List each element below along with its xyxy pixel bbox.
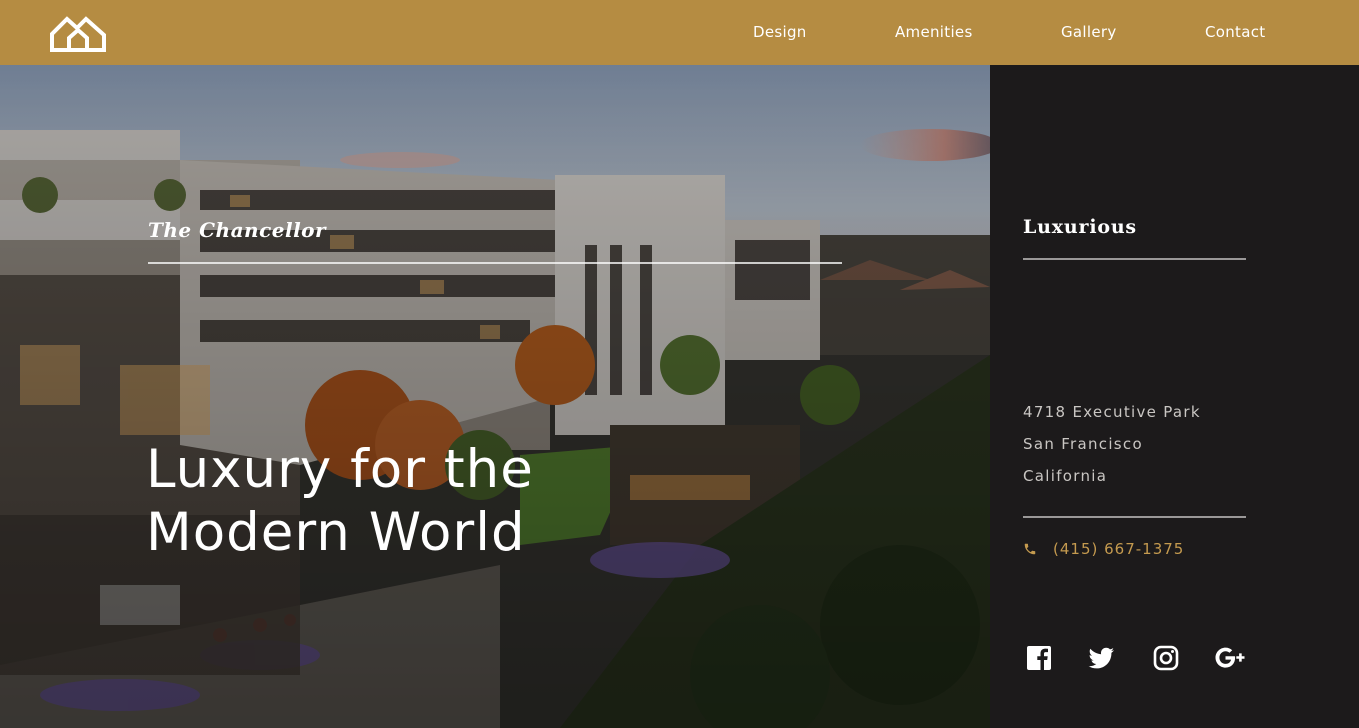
sidebar-title: Luxurious (1023, 216, 1137, 238)
phone-number[interactable]: (415) 667-1375 (1053, 540, 1184, 558)
nav-link-design[interactable]: Design (753, 23, 807, 41)
address-line-1: 4718 Executive Park (1023, 403, 1201, 421)
building-rendering-image (0, 65, 990, 728)
hero-divider (148, 262, 842, 264)
address-line-3: California (1023, 467, 1108, 485)
nav-link-contact[interactable]: Contact (1205, 23, 1265, 41)
hero-section: The Chancellor Luxury for the Modern Wor… (0, 65, 990, 728)
headline-line-2: Modern World (146, 502, 526, 563)
sidebar-divider-bottom (1023, 516, 1246, 518)
facebook-icon[interactable] (1024, 643, 1054, 673)
nav-link-gallery[interactable]: Gallery (1061, 23, 1117, 41)
top-navigation-bar: Design Amenities Gallery Contact (0, 0, 1359, 65)
property-name: The Chancellor (148, 218, 327, 242)
house-outline-icon[interactable] (49, 14, 107, 52)
sidebar-divider-top (1023, 258, 1246, 260)
twitter-icon[interactable] (1086, 643, 1116, 673)
headline-line-1: Luxury for the (146, 439, 534, 500)
phone-icon (1024, 543, 1036, 555)
hero-headline: Luxury for the Modern World (146, 438, 666, 564)
google-plus-icon[interactable] (1214, 643, 1248, 673)
instagram-icon[interactable] (1151, 643, 1181, 673)
nav-link-amenities[interactable]: Amenities (895, 23, 973, 41)
address-line-2: San Francisco (1023, 435, 1143, 453)
info-sidebar: Luxurious 4718 Executive Park San Franci… (990, 65, 1359, 728)
